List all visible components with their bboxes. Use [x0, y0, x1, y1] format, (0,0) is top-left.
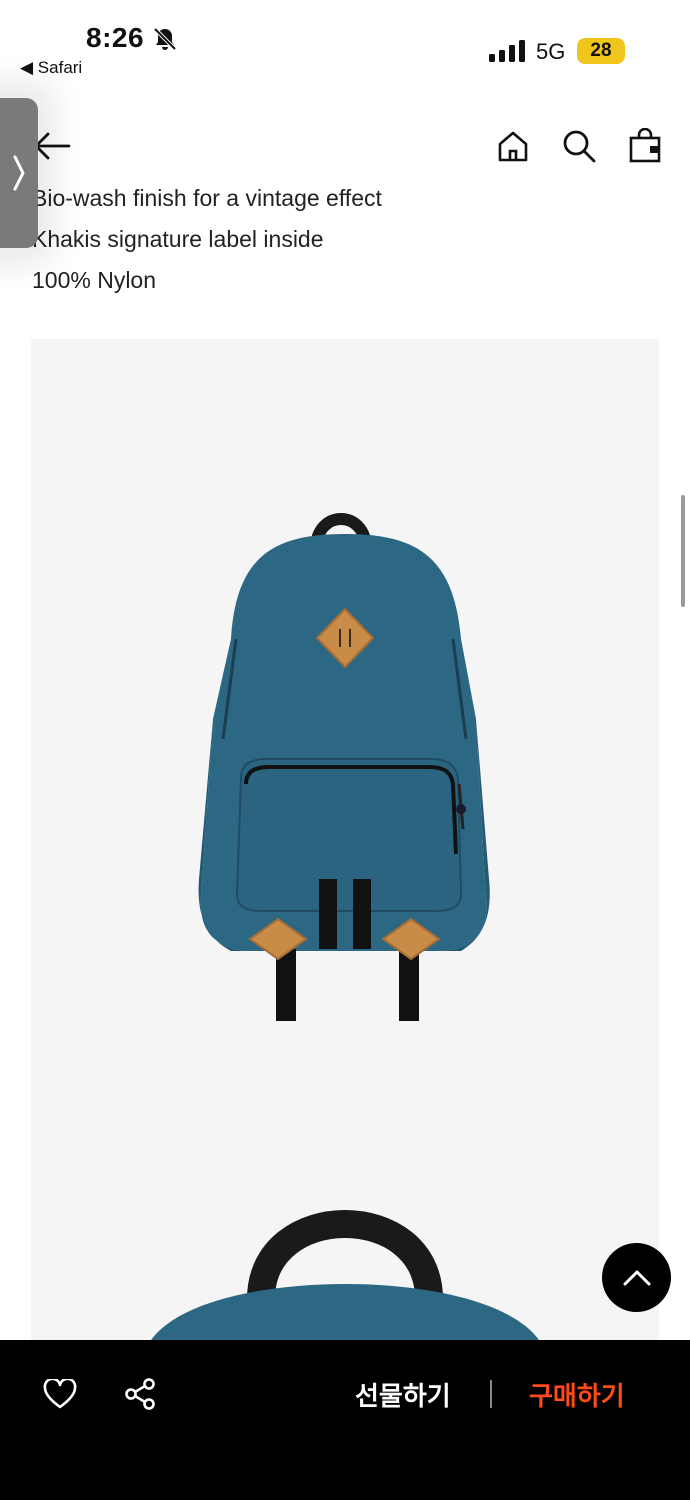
description-line: Bio-wash finish for a vintage effect — [32, 185, 382, 211]
back-to-safari-link[interactable]: ◀ Safari — [20, 58, 82, 78]
divider — [490, 1380, 492, 1408]
scroll-to-top-button[interactable] — [602, 1243, 671, 1312]
shopping-bag-icon — [629, 128, 661, 163]
description-line: Khakis signature label inside — [32, 226, 324, 252]
share-icon — [125, 1378, 155, 1410]
backpack-front-image — [151, 513, 539, 1340]
back-arrow-icon — [34, 132, 71, 160]
network-type: 5G — [536, 39, 566, 64]
home-button[interactable] — [493, 126, 533, 166]
heart-icon — [43, 1379, 77, 1409]
chevron-up-icon — [623, 1270, 650, 1285]
gift-button[interactable]: 선물하기 — [355, 1376, 451, 1413]
side-panel-tab[interactable] — [0, 98, 38, 248]
cart-button[interactable] — [625, 126, 665, 166]
bell-slash-icon — [153, 27, 177, 51]
description-line: 100% Nylon — [32, 267, 157, 293]
status-time: 8:26 — [86, 22, 145, 53]
share-button[interactable] — [120, 1374, 160, 1414]
battery-indicator: 28 — [577, 38, 625, 64]
buy-button[interactable]: 구매하기 — [529, 1376, 625, 1413]
product-description: Bio-wash finish for a vintage effect Kha… — [32, 178, 382, 301]
chevron-right-icon — [13, 155, 25, 191]
back-button[interactable] — [32, 126, 72, 166]
page-header — [0, 110, 690, 180]
scrollbar[interactable] — [681, 495, 685, 607]
product-image-panel — [31, 339, 659, 1340]
search-icon — [563, 130, 596, 163]
signal-icon — [489, 40, 525, 62]
search-button[interactable] — [559, 126, 599, 166]
status-bar: 8:26 ◀ Safari 5G 28 — [0, 0, 690, 90]
bottom-action-bar: 선물하기 구매하기 — [0, 1340, 690, 1500]
wishlist-button[interactable] — [40, 1374, 80, 1414]
home-icon — [498, 131, 528, 162]
